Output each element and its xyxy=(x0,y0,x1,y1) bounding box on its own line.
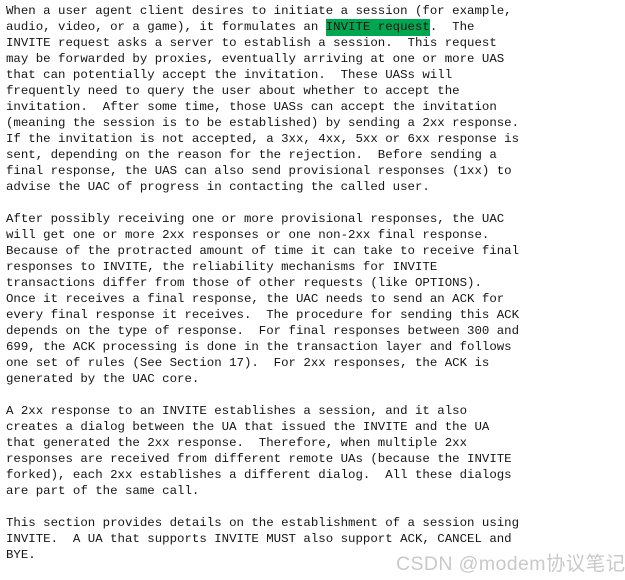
paragraph-2: After possibly receiving one or more pro… xyxy=(6,212,520,386)
highlighted-term-invite-request[interactable]: INVITE request xyxy=(325,19,430,36)
document-body: When a user agent client desires to init… xyxy=(0,0,625,580)
paragraph-3: A 2xx response to an INVITE establishes … xyxy=(6,404,512,498)
paragraph-1: When a user agent client desires to init… xyxy=(6,3,625,195)
paragraph-1-text-after-highlight: . The INVITE request asks a server to es… xyxy=(6,20,520,194)
paragraph-4: This section provides details on the est… xyxy=(6,516,520,562)
